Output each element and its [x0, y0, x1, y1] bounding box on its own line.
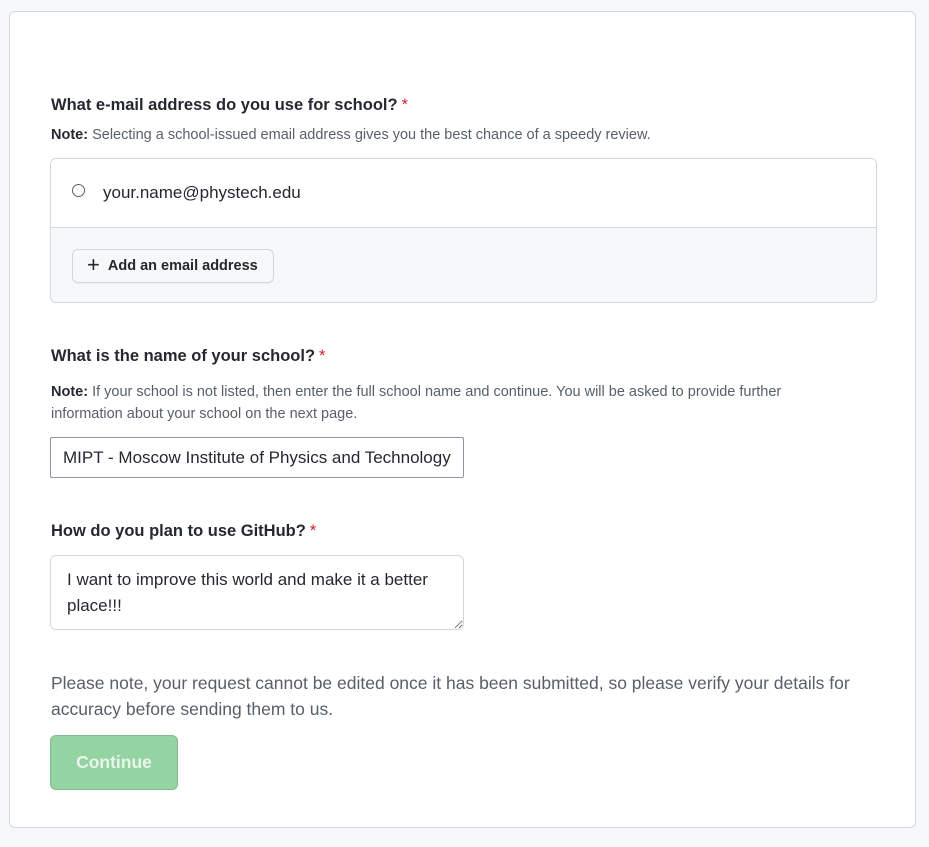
email-option-row[interactable]: your.name@phystech.edu — [51, 159, 876, 228]
email-note-label: Note: — [51, 127, 89, 143]
email-question-text: What e-mail address do you use for schoo… — [51, 96, 398, 114]
school-question-text: What is the name of your school? — [51, 347, 316, 365]
usage-question-title: How do you plan to use GitHub? * — [51, 522, 316, 541]
email-option-label[interactable]: your.name@phystech.edu — [103, 183, 301, 203]
continue-button[interactable]: Continue — [50, 735, 178, 790]
add-email-button[interactable]: + Add an email address — [72, 249, 274, 283]
school-note: Note: If your school is not listed, then… — [51, 381, 851, 425]
required-mark: * — [309, 522, 317, 540]
application-form-card: What e-mail address do you use for schoo… — [9, 11, 916, 828]
school-note-text: If your school is not listed, then enter… — [51, 384, 782, 422]
submission-disclaimer: Please note, your request cannot be edit… — [51, 673, 850, 719]
required-mark: * — [401, 96, 408, 114]
plus-icon: + — [87, 252, 100, 277]
school-name-input[interactable] — [50, 437, 464, 478]
required-mark: * — [319, 347, 326, 365]
email-radio-button[interactable] — [72, 184, 85, 197]
usage-question-text: How do you plan to use GitHub? — [51, 522, 306, 540]
school-question-title: What is the name of your school? * — [51, 347, 325, 366]
add-email-button-label: Add an email address — [107, 258, 258, 274]
email-options-box: your.name@phystech.edu + Add an email ad… — [50, 158, 877, 303]
school-note-label: Note: — [51, 384, 89, 400]
email-note: Note: Selecting a school-issued email ad… — [51, 124, 651, 146]
email-note-text: Selecting a school-issued email address … — [88, 127, 651, 143]
github-usage-textarea[interactable]: I want to improve this world and make it… — [50, 555, 464, 630]
email-question-title: What e-mail address do you use for schoo… — [51, 96, 408, 115]
email-box-footer: + Add an email address — [51, 228, 876, 302]
